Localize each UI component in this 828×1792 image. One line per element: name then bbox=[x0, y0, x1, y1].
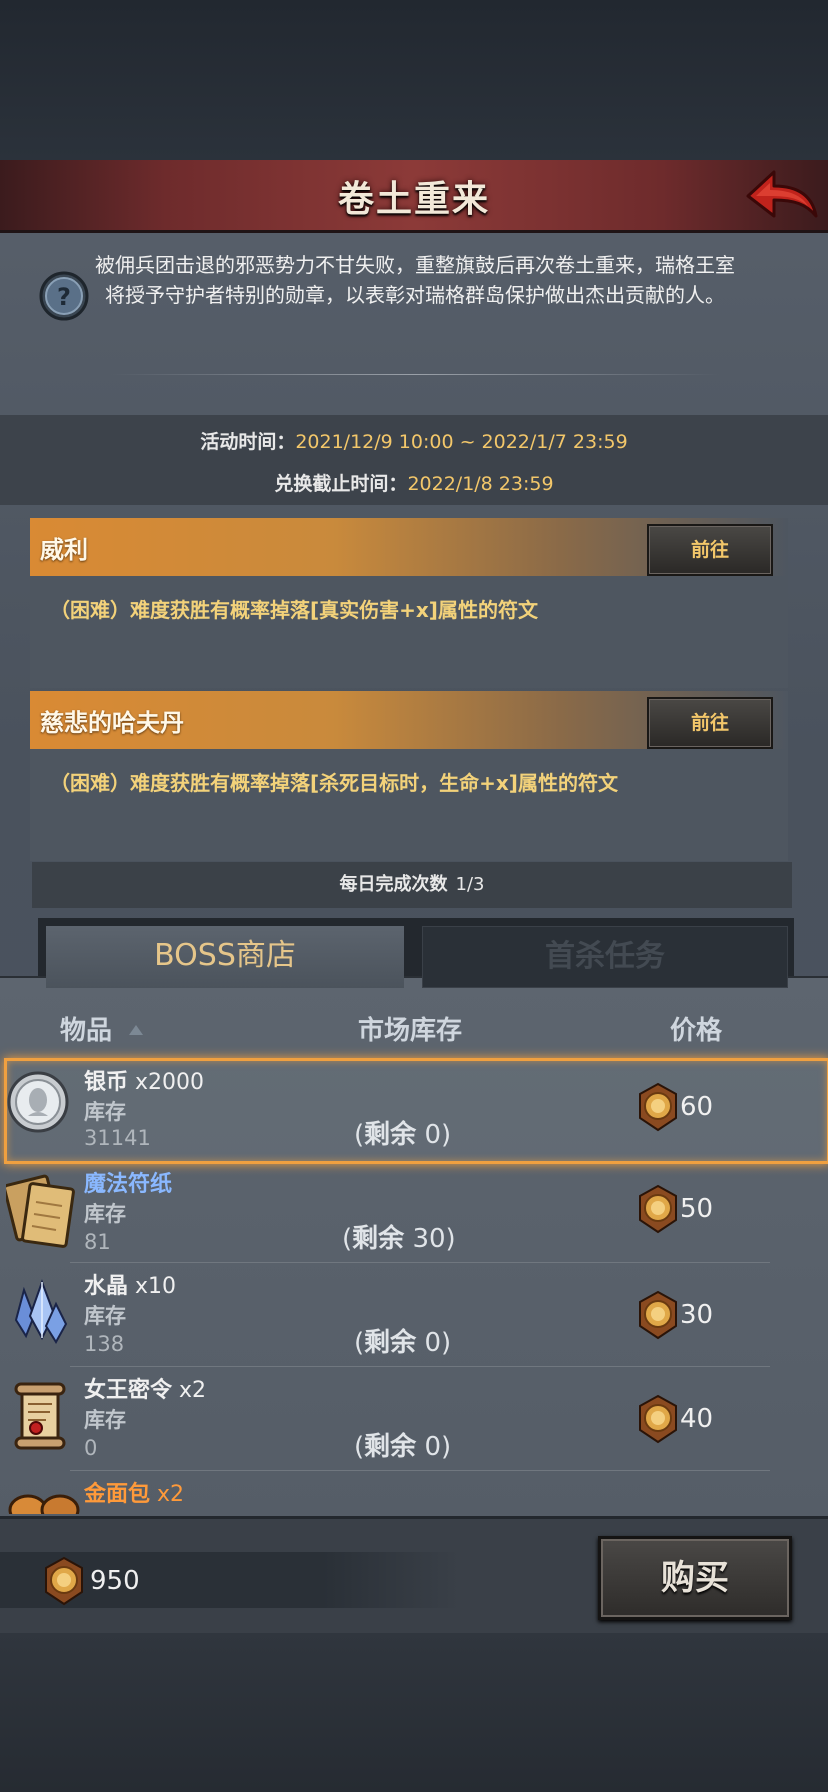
price-value: 50 bbox=[680, 1194, 714, 1224]
silver-coin-icon bbox=[7, 1071, 69, 1133]
stock-value: 31141 bbox=[84, 1126, 151, 1150]
tab-first-kill[interactable]: 首杀任务 bbox=[422, 926, 788, 988]
boss-card-2: 慈悲的哈夫丹 前往 （困难）难度获胜有概率掉落[杀死目标时，生命+x]属性的符文 bbox=[30, 691, 788, 861]
title-bar: 卷土重来 bbox=[0, 160, 828, 233]
page-title: 卷土重来 bbox=[337, 179, 490, 220]
crystal-icon bbox=[14, 1279, 68, 1344]
scroll-icon bbox=[14, 1382, 66, 1450]
medal-currency-icon bbox=[639, 1184, 677, 1234]
boss-drop-desc: （困难）难度获胜有概率掉落[真实伤害+x]属性的符文 bbox=[50, 598, 538, 622]
medal-currency-icon bbox=[639, 1082, 677, 1132]
stock-label: 库存 bbox=[84, 1408, 126, 1432]
row-divider bbox=[70, 1366, 770, 1367]
event-description: 被佣兵团击退的邪恶势力不甘失败，重整旗鼓后再次卷土重来，瑞格王室将授予守护者特别… bbox=[95, 253, 735, 307]
back-button[interactable] bbox=[740, 164, 820, 228]
item-name: 女王密令 x2 bbox=[84, 1378, 207, 1403]
svg-text:?: ? bbox=[57, 283, 71, 311]
back-arrow-icon bbox=[746, 170, 818, 218]
row-divider bbox=[70, 1470, 770, 1471]
goto-button[interactable]: 前往 bbox=[647, 697, 773, 749]
price-value: 30 bbox=[680, 1300, 714, 1330]
magic-paper-icon bbox=[6, 1174, 75, 1248]
medal-currency-icon bbox=[639, 1290, 677, 1340]
stock-label: 库存 bbox=[84, 1100, 126, 1124]
buy-button[interactable]: 购买 bbox=[598, 1536, 792, 1620]
stock-value: 81 bbox=[84, 1230, 111, 1254]
bread-icon bbox=[8, 1494, 80, 1514]
stock-label: 库存 bbox=[84, 1304, 126, 1328]
remaining-stock: (剩余 0) bbox=[354, 1328, 452, 1358]
stock-value: 0 bbox=[84, 1436, 98, 1460]
medal-currency-icon bbox=[639, 1394, 677, 1444]
boss-drop-desc: （困难）难度获胜有概率掉落[杀死目标时，生命+x]属性的符文 bbox=[50, 771, 618, 795]
item-name: 金面包 x2 bbox=[84, 1482, 185, 1507]
boss-name: 慈悲的哈夫丹 bbox=[40, 709, 184, 737]
item-name: 魔法符纸 bbox=[84, 1172, 173, 1197]
price-value: 60 bbox=[680, 1092, 714, 1122]
item-name: 银币 x2000 bbox=[84, 1070, 205, 1095]
event-time-row: 活动时间：2021/12/9 10:00 ~ 2022/1/7 23:59 bbox=[0, 427, 828, 454]
stock-label: 库存 bbox=[84, 1202, 126, 1226]
price-value: 40 bbox=[680, 1404, 714, 1434]
column-price: 价格 bbox=[670, 1016, 723, 1046]
boss-name: 威利 bbox=[40, 536, 88, 564]
event-time-label: 活动时间： bbox=[200, 431, 296, 453]
exchange-time-label: 兑换截止时间： bbox=[274, 473, 408, 495]
column-stock: 市场库存 bbox=[358, 1016, 463, 1046]
sort-asc-icon bbox=[129, 1025, 143, 1035]
tab-boss-shop[interactable]: BOSS商店 bbox=[46, 926, 404, 988]
event-time-box: 活动时间：2021/12/9 10:00 ~ 2022/1/7 23:59 兑换… bbox=[0, 415, 828, 505]
bottom-background bbox=[0, 1630, 828, 1792]
remaining-stock: (剩余 30) bbox=[342, 1224, 456, 1254]
goto-button[interactable]: 前往 bbox=[647, 524, 773, 576]
top-background bbox=[0, 0, 828, 160]
currency-amount: 950 bbox=[90, 1566, 140, 1596]
daily-completion: 每日完成次数 1/3 bbox=[32, 862, 792, 908]
remaining-stock: (剩余 0) bbox=[354, 1432, 452, 1462]
daily-count: 1/3 bbox=[455, 874, 485, 895]
exchange-time-value: 2022/1/8 23:59 bbox=[407, 473, 554, 495]
stock-value: 138 bbox=[84, 1332, 125, 1356]
remaining-stock: (剩余 0) bbox=[354, 1120, 452, 1150]
boss-card-1: 威利 前往 （困难）难度获胜有概率掉落[真实伤害+x]属性的符文 bbox=[30, 518, 788, 688]
divider bbox=[110, 374, 720, 375]
event-time-value: 2021/12/9 10:00 ~ 2022/1/7 23:59 bbox=[295, 431, 628, 453]
row-divider bbox=[70, 1262, 770, 1263]
daily-label: 每日完成次数 bbox=[339, 874, 448, 895]
item-name: 水晶 x10 bbox=[84, 1274, 177, 1299]
medal-currency-icon bbox=[45, 1556, 83, 1606]
help-icon[interactable]: ? bbox=[38, 270, 90, 322]
exchange-time-row: 兑换截止时间：2022/1/8 23:59 bbox=[0, 469, 828, 496]
column-item[interactable]: 物品 bbox=[60, 1010, 112, 1047]
